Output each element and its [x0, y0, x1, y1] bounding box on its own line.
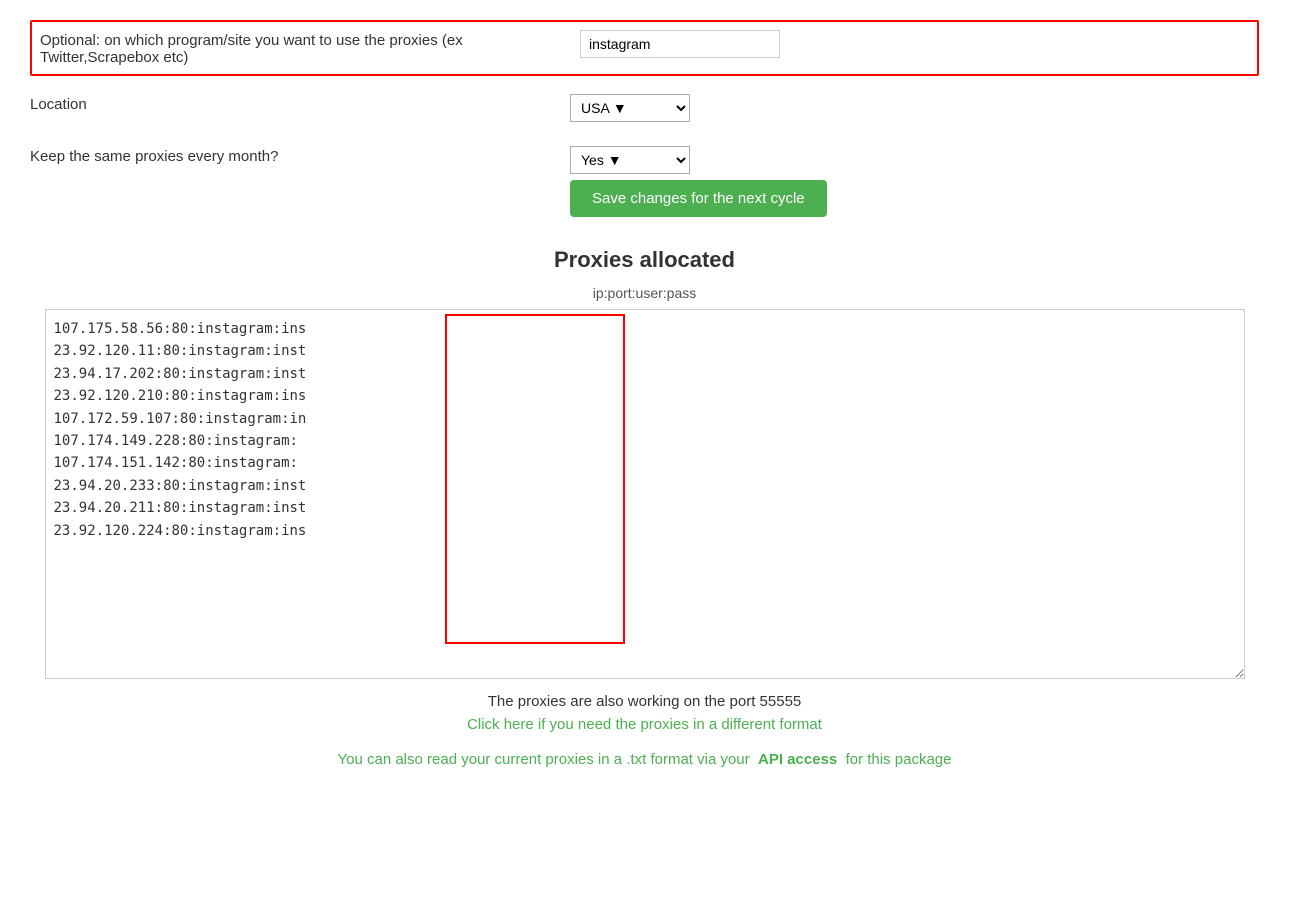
proxy-format-label: ip:port:user:pass [30, 285, 1259, 301]
keep-same-label: Keep the same proxies every month? [30, 146, 570, 165]
keep-same-select[interactable]: Yes ▼ No [570, 146, 690, 174]
port-notice: The proxies are also working on the port… [30, 693, 1259, 710]
proxies-title: Proxies allocated [30, 247, 1259, 273]
api-notice: You can also read your current proxies i… [30, 751, 1259, 768]
optional-input[interactable] [580, 30, 780, 58]
proxy-textarea-wrapper: 107.175.58.56:80:instagram:ins 23.92.120… [45, 309, 1245, 683]
api-notice-suffix: for this package [846, 751, 952, 768]
proxy-textarea[interactable]: 107.175.58.56:80:instagram:ins 23.92.120… [45, 309, 1245, 679]
api-notice-text: You can also read your current proxies i… [338, 751, 750, 768]
location-row: Location USA ▼ UK Canada Germany [30, 88, 1259, 128]
keep-same-row: Keep the same proxies every month? Yes ▼… [30, 140, 1259, 223]
keep-same-control: Yes ▼ No Save changes for the next cycle [570, 146, 1259, 217]
format-link[interactable]: Click here if you need the proxies in a … [467, 716, 822, 733]
optional-control [580, 30, 1249, 58]
location-select[interactable]: USA ▼ UK Canada Germany [570, 94, 690, 122]
location-control: USA ▼ UK Canada Germany [570, 94, 1259, 122]
optional-row: Optional: on which program/site you want… [30, 20, 1259, 76]
save-button[interactable]: Save changes for the next cycle [570, 180, 827, 217]
location-label: Location [30, 94, 570, 113]
api-access-link[interactable]: API access [758, 751, 837, 768]
format-link-wrapper: Click here if you need the proxies in a … [30, 716, 1259, 733]
optional-label: Optional: on which program/site you want… [40, 30, 580, 66]
